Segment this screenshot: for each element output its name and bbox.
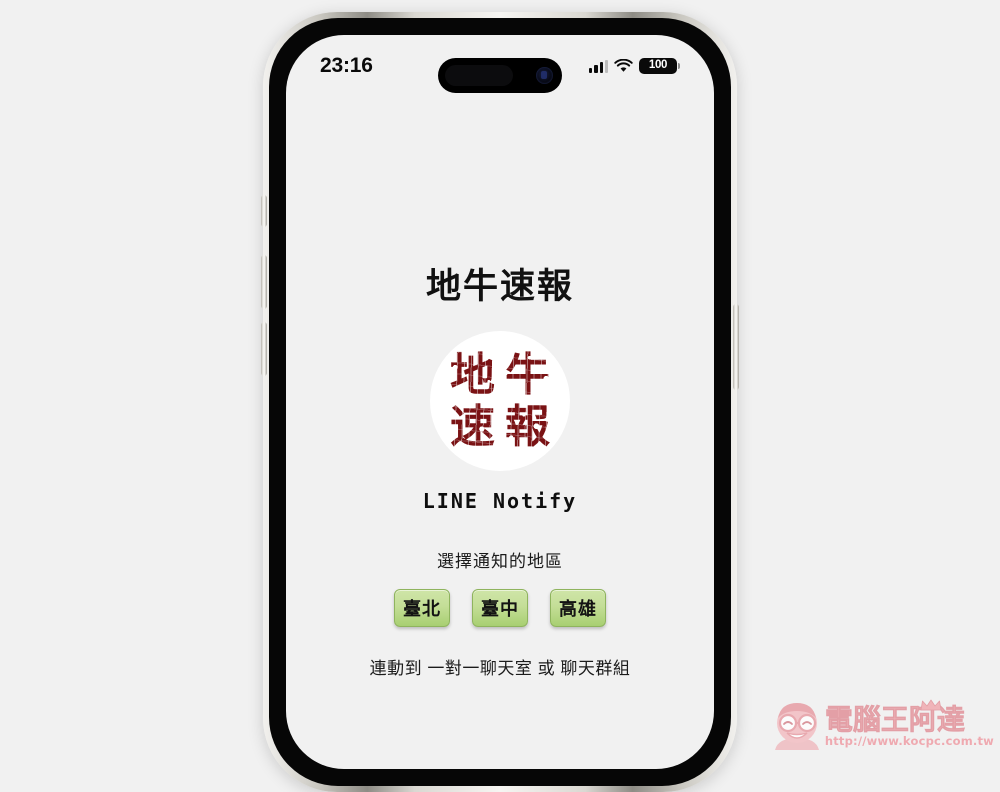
phone-screen: 23:16 100 地牛速報 地 牛 速 報 LINE Notify 選擇通知的… (286, 35, 714, 769)
phone-device: 23:16 100 地牛速報 地 牛 速 報 LINE Notify 選擇通知的… (261, 12, 739, 792)
phone-bezel: 23:16 100 地牛速報 地 牛 速 報 LINE Notify 選擇通知的… (269, 18, 731, 786)
region-prompt-text: 選擇通知的地區 (437, 552, 563, 571)
volume-up-button[interactable] (261, 255, 267, 309)
logo-glyph-4: 報 (504, 400, 550, 453)
battery-icon: 100 (639, 58, 680, 74)
region-button-kaohsiung[interactable]: 高雄 (550, 589, 606, 627)
watermark-brand: 電腦王阿達 (824, 703, 966, 736)
region-button-taipei[interactable]: 臺北 (394, 589, 450, 627)
line-notify-label: LINE Notify (422, 489, 578, 513)
battery-tip (678, 63, 680, 69)
mascot-face-icon (774, 703, 819, 750)
earthquake-alert-logo: 地 牛 速 報 (430, 331, 570, 471)
region-button-group: 臺北 臺中 高雄 (286, 589, 714, 627)
logo-glyph-2: 牛 (504, 348, 550, 401)
crown-icon (920, 699, 941, 711)
app-content: 地牛速報 地 牛 速 報 LINE Notify 選擇通知的地區 臺北 臺中 高… (286, 91, 714, 679)
battery-level-text: 100 (648, 59, 668, 72)
wifi-icon (614, 59, 633, 72)
logo-glyph-1: 地 (449, 348, 495, 401)
logo-glyph-grid: 地 牛 速 報 (430, 331, 570, 471)
cellular-bars-icon (589, 59, 608, 73)
action-button[interactable] (261, 195, 267, 227)
dynamic-island[interactable] (438, 58, 562, 93)
status-bar-indicators: 100 (589, 58, 680, 74)
status-time: 23:16 (320, 54, 373, 77)
power-button[interactable] (733, 304, 739, 390)
site-watermark: 電腦王阿達 http://www.kocpc.com.tw (771, 698, 994, 750)
watermark-text-block: 電腦王阿達 http://www.kocpc.com.tw (824, 699, 994, 750)
region-button-taichung[interactable]: 臺中 (472, 589, 528, 627)
front-camera-icon (536, 67, 553, 84)
logo-glyph-3: 速 (449, 400, 495, 453)
volume-down-button[interactable] (261, 322, 267, 376)
speaker-slot-icon (445, 65, 513, 86)
page-title: 地牛速報 (425, 267, 574, 306)
watermark-url: http://www.kocpc.com.tw (824, 734, 994, 748)
battery-body: 100 (639, 58, 677, 74)
chat-link-hint: 連動到 一對一聊天室 或 聊天群組 (369, 659, 631, 678)
